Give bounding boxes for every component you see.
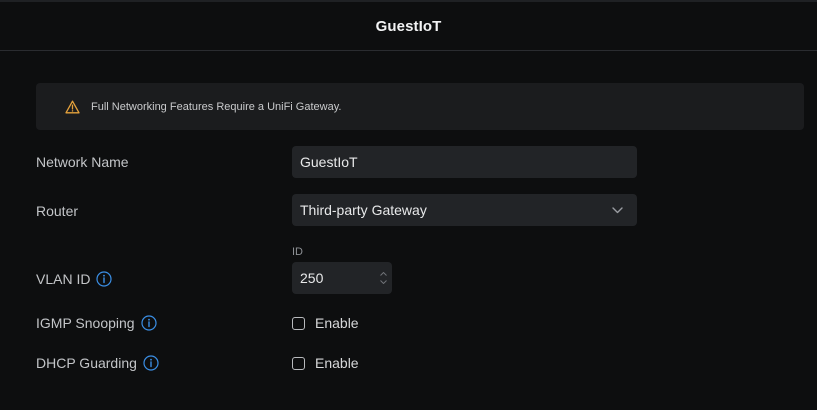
igmp-snooping-toggle[interactable]: Enable bbox=[292, 315, 359, 331]
page-header: GuestIoT bbox=[0, 2, 817, 51]
network-name-input[interactable]: GuestIoT bbox=[292, 146, 637, 178]
router-select[interactable]: Third-party Gateway bbox=[292, 194, 637, 226]
dhcp-guarding-label: DHCP Guarding bbox=[36, 355, 159, 371]
router-selected-value: Third-party Gateway bbox=[300, 202, 427, 218]
vlan-stepper-controls[interactable] bbox=[380, 272, 387, 284]
stepper-down-icon[interactable] bbox=[380, 280, 387, 284]
igmp-snooping-checkbox[interactable] bbox=[292, 316, 305, 330]
vlan-id-label-text: VLAN ID bbox=[36, 271, 91, 287]
dhcp-guarding-label-text: DHCP Guarding bbox=[36, 355, 137, 371]
gateway-notice-text: Full Networking Features Require a UniFi… bbox=[91, 100, 342, 113]
stepper-up-icon[interactable] bbox=[380, 272, 387, 276]
warning-triangle-icon bbox=[65, 100, 80, 114]
dhcp-guarding-checkbox-label: Enable bbox=[315, 355, 359, 371]
info-icon[interactable] bbox=[143, 355, 159, 371]
igmp-snooping-checkbox-label: Enable bbox=[315, 315, 359, 331]
network-name-label-text: Network Name bbox=[36, 154, 129, 170]
igmp-snooping-label: IGMP Snooping bbox=[36, 315, 157, 331]
router-label: Router bbox=[36, 203, 78, 219]
vlan-id-value: 250 bbox=[300, 270, 324, 286]
gateway-notice-banner: Full Networking Features Require a UniFi… bbox=[36, 83, 804, 130]
chevron-down-icon bbox=[612, 206, 623, 214]
info-icon[interactable] bbox=[96, 271, 113, 287]
network-settings-page: GuestIoT Full Networking Features Requir… bbox=[0, 0, 817, 410]
vlan-id-stepper[interactable]: 250 bbox=[292, 262, 392, 294]
router-label-text: Router bbox=[36, 203, 79, 219]
page-title: GuestIoT bbox=[375, 17, 442, 35]
dhcp-guarding-checkbox[interactable] bbox=[292, 356, 305, 370]
vlan-id-label: VLAN ID bbox=[36, 271, 113, 287]
network-name-label: Network Name bbox=[36, 154, 129, 170]
vlan-id-caption: ID bbox=[292, 246, 303, 258]
network-name-value: GuestIoT bbox=[300, 154, 358, 170]
info-icon[interactable] bbox=[140, 315, 157, 331]
dhcp-guarding-toggle[interactable]: Enable bbox=[292, 355, 359, 371]
igmp-snooping-label-text: IGMP Snooping bbox=[36, 315, 135, 331]
